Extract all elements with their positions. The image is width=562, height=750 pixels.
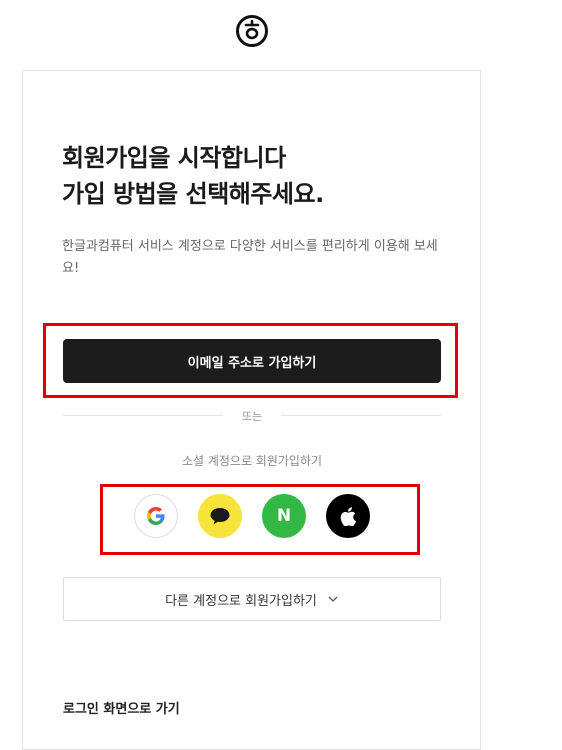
signup-description: 한글과컴퓨터 서비스 계정으로 다양한 서비스를 편리하게 이용해 보세요!: [62, 239, 438, 276]
chevron-down-icon: [328, 596, 338, 602]
apple-icon: [340, 506, 356, 526]
kakao-icon: [210, 508, 230, 525]
other-accounts-label: 다른 계정으로 회원가입하기: [165, 593, 317, 609]
hancom-logo-icon[interactable]: [235, 14, 269, 48]
or-divider: 또는: [63, 405, 441, 425]
kakao-signup-button[interactable]: [198, 494, 242, 538]
login-link[interactable]: 로그인 화면으로 가기: [63, 698, 180, 717]
page-title: 회원가입을 시작합니다 가입 방법을 선택해주세요.: [62, 140, 324, 212]
apple-signup-button[interactable]: [326, 494, 370, 538]
other-accounts-button[interactable]: 다른 계정으로 회원가입하기: [63, 577, 441, 621]
google-icon: [147, 507, 165, 525]
divider-text: 또는: [241, 410, 263, 423]
highlight-box-email: [43, 323, 458, 398]
naver-signup-button[interactable]: N: [262, 494, 306, 538]
title-line-1: 회원가입을 시작합니다: [62, 144, 286, 172]
social-signup-label: 소셜 계정으로 회원가입하기: [181, 454, 323, 468]
divider-line-right: [281, 415, 441, 416]
google-signup-button[interactable]: [134, 494, 178, 538]
title-line-2: 가입 방법을 선택해주세요.: [62, 180, 324, 208]
naver-icon: N: [276, 506, 292, 526]
